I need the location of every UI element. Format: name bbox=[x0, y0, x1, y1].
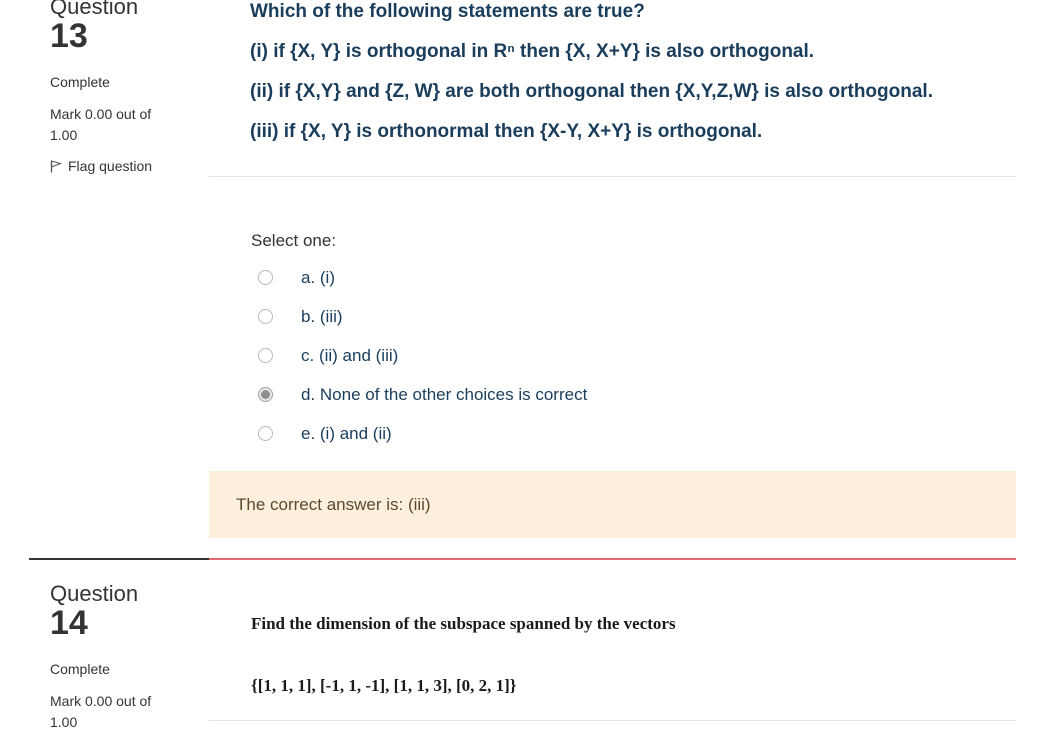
statement-ii: (ii) if {X,Y} and {Z, W} are both orthog… bbox=[250, 81, 933, 102]
option-a[interactable]: a. (i) bbox=[258, 258, 587, 297]
question-prompt: Which of the following statements are tr… bbox=[250, 1, 645, 22]
question-13-info: Question 13 Complete Mark 0.00 out of 1.… bbox=[50, 0, 190, 174]
radio-icon[interactable] bbox=[258, 309, 273, 324]
option-label: c. (ii) and (iii) bbox=[301, 345, 399, 365]
question-label: Question bbox=[50, 581, 139, 606]
option-c[interactable]: c. (ii) and (iii) bbox=[258, 336, 587, 375]
select-one-label: Select one: bbox=[251, 231, 337, 250]
statement-iii: (iii) if {X, Y} is orthonormal then {X-Y… bbox=[250, 121, 763, 142]
question-14-vectors: {[1, 1, 1], [-1, 1, -1], [1, 1, 3], [0, … bbox=[251, 676, 517, 695]
question-text-divider bbox=[209, 176, 1016, 177]
correct-answer-text: The correct answer is: (iii) bbox=[236, 494, 431, 514]
answer-options: a. (i) b. (iii) c. (ii) and (iii) d. Non… bbox=[258, 258, 587, 453]
question-grade: Mark 0.00 out of 1.00 bbox=[50, 693, 152, 730]
question-13-text: Which of the following statements are tr… bbox=[250, 0, 1020, 158]
radio-icon[interactable] bbox=[258, 426, 273, 441]
option-e[interactable]: e. (i) and (ii) bbox=[258, 414, 587, 453]
flag-question-label: Flag question bbox=[68, 158, 153, 174]
option-label: d. None of the other choices is correct bbox=[301, 384, 588, 404]
feedback-box: The correct answer is: (iii) bbox=[209, 471, 1016, 538]
radio-icon[interactable] bbox=[258, 348, 273, 363]
question-number: 14 bbox=[50, 604, 88, 642]
question-separator-left bbox=[29, 558, 209, 560]
radio-icon[interactable] bbox=[258, 270, 273, 285]
question-14-text-divider bbox=[209, 720, 1016, 721]
statement-i: (i) if {X, Y} is orthogonal in Rⁿ then {… bbox=[250, 41, 815, 62]
question-14-text: Find the dimension of the subspace spann… bbox=[251, 614, 676, 633]
option-label: a. (i) bbox=[301, 267, 335, 287]
flag-question-link[interactable]: Flag question bbox=[50, 158, 190, 174]
flag-icon bbox=[50, 159, 62, 172]
radio-icon[interactable] bbox=[258, 387, 273, 402]
question-separator-incorrect bbox=[209, 558, 1016, 560]
question-14-info: Question 14 Complete Mark 0.00 out of 1.… bbox=[50, 583, 190, 733]
question-state: Complete bbox=[50, 661, 110, 677]
question-grade: Mark 0.00 out of 1.00 bbox=[50, 106, 152, 143]
option-label: b. (iii) bbox=[301, 306, 343, 326]
question-label: Question bbox=[50, 0, 139, 19]
question-number: 13 bbox=[50, 17, 88, 55]
option-b[interactable]: b. (iii) bbox=[258, 297, 587, 336]
option-label: e. (i) and (ii) bbox=[301, 423, 392, 443]
option-d[interactable]: d. None of the other choices is correct bbox=[258, 375, 587, 414]
question-state: Complete bbox=[50, 74, 110, 90]
